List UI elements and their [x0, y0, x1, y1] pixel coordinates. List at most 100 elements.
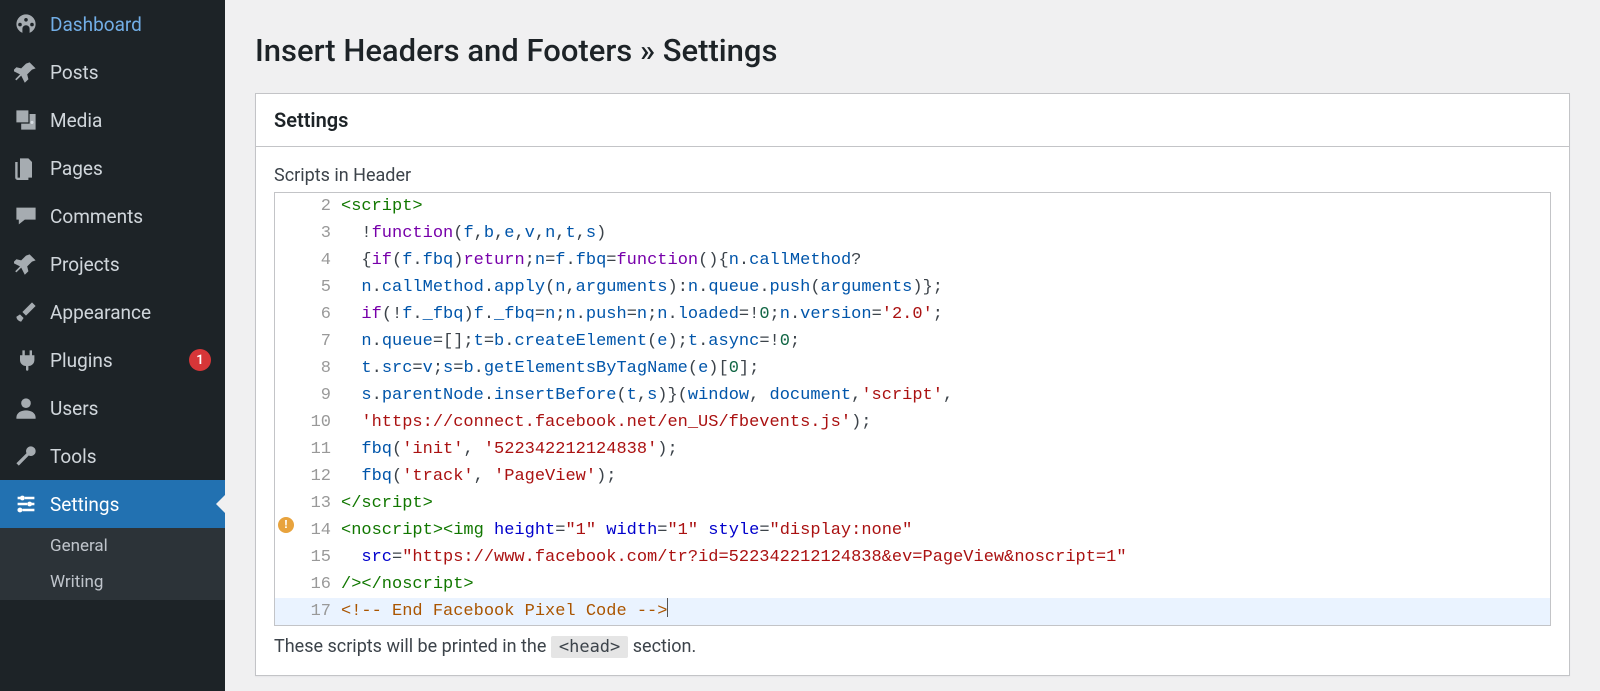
- sidebar-item-dashboard[interactable]: Dashboard: [0, 0, 225, 48]
- sidebar-item-projects[interactable]: Projects: [0, 240, 225, 288]
- sidebar-item-label: Posts: [50, 61, 211, 84]
- line-number: 13: [297, 490, 341, 517]
- code-line[interactable]: 9 s.parentNode.insertBefore(t,s)}(window…: [275, 382, 1550, 409]
- line-number: 8: [297, 355, 341, 382]
- user-icon: [14, 396, 38, 420]
- panel-body: Scripts in Header 2<script>3 !function(f…: [256, 147, 1569, 675]
- code-content: n.callMethod.apply(n,arguments):n.queue.…: [341, 274, 1550, 301]
- wrench-icon: [14, 444, 38, 468]
- line-number: 10: [297, 409, 341, 436]
- code-content: <script>: [341, 193, 1550, 220]
- media-icon: [14, 108, 38, 132]
- line-number: 3: [297, 220, 341, 247]
- sidebar-item-settings[interactable]: Settings: [0, 480, 225, 528]
- helper-chip: <head>: [551, 636, 628, 658]
- settings-panel: Settings Scripts in Header 2<script>3 !f…: [255, 93, 1570, 676]
- code-content: fbq('track', 'PageView');: [341, 463, 1550, 490]
- sidebar-item-label: Users: [50, 397, 211, 420]
- text-cursor: [667, 598, 668, 617]
- sidebar-item-label: Tools: [50, 445, 211, 468]
- field-label-header-scripts: Scripts in Header: [274, 165, 1551, 186]
- code-content: fbq('init', '522342212124838');: [341, 436, 1550, 463]
- sidebar-item-label: Projects: [50, 253, 211, 276]
- code-content: <noscript><img height="1" width="1" styl…: [341, 517, 1550, 544]
- code-content: !function(f,b,e,v,n,t,s): [341, 220, 1550, 247]
- sidebar-item-label: Pages: [50, 157, 211, 180]
- sidebar-item-users[interactable]: Users: [0, 384, 225, 432]
- code-line[interactable]: 10 'https://connect.facebook.net/en_US/f…: [275, 409, 1550, 436]
- update-badge: 1: [189, 349, 211, 371]
- code-content: s.parentNode.insertBefore(t,s)}(window, …: [341, 382, 1550, 409]
- helper-pre: These scripts will be printed in the: [274, 636, 551, 657]
- sidebar-item-media[interactable]: Media: [0, 96, 225, 144]
- code-content: n.queue=[];t=b.createElement(e);t.async=…: [341, 328, 1550, 355]
- sidebar-item-label: Settings: [50, 493, 211, 516]
- sidebar-item-label: Media: [50, 109, 211, 132]
- pin-icon: [14, 60, 38, 84]
- line-number: 12: [297, 463, 341, 490]
- code-line[interactable]: 5 n.callMethod.apply(n,arguments):n.queu…: [275, 274, 1550, 301]
- brush-icon: [14, 300, 38, 324]
- code-content: if(!f._fbq)f._fbq=n;n.push=n;n.loaded=!0…: [341, 301, 1550, 328]
- code-content: /></noscript>: [341, 571, 1550, 598]
- code-content: 'https://connect.facebook.net/en_US/fbev…: [341, 409, 1550, 436]
- code-line[interactable]: 13</script>: [275, 490, 1550, 517]
- sidebar-item-tools[interactable]: Tools: [0, 432, 225, 480]
- sidebar-item-comments[interactable]: Comments: [0, 192, 225, 240]
- sidebar-item-posts[interactable]: Posts: [0, 48, 225, 96]
- page-title-prefix: Insert Headers and Footers: [255, 32, 632, 69]
- line-number: 7: [297, 328, 341, 355]
- line-number: 6: [297, 301, 341, 328]
- line-number: 11: [297, 436, 341, 463]
- pin-icon: [14, 252, 38, 276]
- code-content: src="https://www.facebook.com/tr?id=5223…: [341, 544, 1550, 571]
- main-content: Insert Headers and Footers » Settings Se…: [225, 0, 1600, 691]
- page-title-suffix: Settings: [663, 32, 778, 69]
- panel-heading: Settings: [256, 94, 1569, 147]
- plug-icon: [14, 348, 38, 372]
- line-number: 2: [297, 193, 341, 220]
- sliders-icon: [14, 492, 38, 516]
- submenu-item-writing[interactable]: Writing: [0, 564, 225, 600]
- code-line[interactable]: 6 if(!f._fbq)f._fbq=n;n.push=n;n.loaded=…: [275, 301, 1550, 328]
- code-content: <!-- End Facebook Pixel Code -->: [341, 598, 1550, 625]
- helper-post: section.: [628, 636, 696, 657]
- line-number: 15: [297, 544, 341, 571]
- code-line[interactable]: 17<!-- End Facebook Pixel Code -->: [275, 598, 1550, 625]
- code-content: t.src=v;s=b.getElementsByTagName(e)[0];: [341, 355, 1550, 382]
- header-scripts-editor[interactable]: 2<script>3 !function(f,b,e,v,n,t,s)4 {if…: [274, 192, 1551, 626]
- page-title: Insert Headers and Footers » Settings: [255, 32, 1570, 69]
- line-number: 4: [297, 247, 341, 274]
- sidebar-item-label: Plugins: [50, 349, 177, 372]
- code-line[interactable]: 8 t.src=v;s=b.getElementsByTagName(e)[0]…: [275, 355, 1550, 382]
- line-number: 14: [297, 517, 341, 544]
- comment-icon: [14, 204, 38, 228]
- code-content: </script>: [341, 490, 1550, 517]
- gutter-warning: !: [275, 517, 297, 533]
- sidebar-item-label: Dashboard: [50, 13, 211, 36]
- helper-text: These scripts will be printed in the <he…: [274, 636, 1551, 657]
- code-line[interactable]: 4 {if(f.fbq)return;n=f.fbq=function(){n.…: [275, 247, 1550, 274]
- code-line[interactable]: 16/></noscript>: [275, 571, 1550, 598]
- line-number: 9: [297, 382, 341, 409]
- pages-icon: [14, 156, 38, 180]
- code-line[interactable]: 2<script>: [275, 193, 1550, 220]
- line-number: 16: [297, 571, 341, 598]
- sidebar-item-plugins[interactable]: Plugins 1: [0, 336, 225, 384]
- sidebar-item-pages[interactable]: Pages: [0, 144, 225, 192]
- page-title-sep: »: [632, 32, 662, 69]
- code-line[interactable]: 15 src="https://www.facebook.com/tr?id=5…: [275, 544, 1550, 571]
- settings-submenu: General Writing: [0, 528, 225, 600]
- admin-sidebar: Dashboard Posts Media Pages Comments Pro…: [0, 0, 225, 691]
- code-line[interactable]: 11 fbq('init', '522342212124838');: [275, 436, 1550, 463]
- code-line[interactable]: 7 n.queue=[];t=b.createElement(e);t.asyn…: [275, 328, 1550, 355]
- line-number: 5: [297, 274, 341, 301]
- code-line[interactable]: 12 fbq('track', 'PageView');: [275, 463, 1550, 490]
- code-line[interactable]: !14<noscript><img height="1" width="1" s…: [275, 517, 1550, 544]
- warning-icon: !: [278, 517, 294, 533]
- submenu-item-general[interactable]: General: [0, 528, 225, 564]
- dashboard-icon: [14, 12, 38, 36]
- code-line[interactable]: 3 !function(f,b,e,v,n,t,s): [275, 220, 1550, 247]
- sidebar-item-label: Appearance: [50, 301, 211, 324]
- sidebar-item-appearance[interactable]: Appearance: [0, 288, 225, 336]
